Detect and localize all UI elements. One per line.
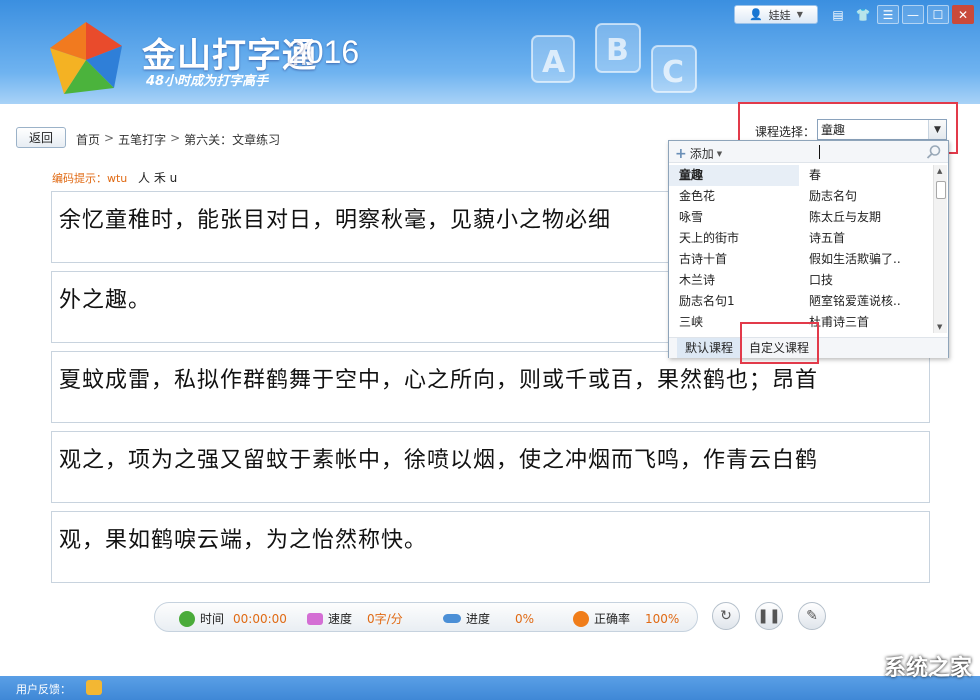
typing-line[interactable]: 观之，项为之强又留蚊于素帐中，徐喷以烟，使之冲烟而飞鸣，作青云白鹤	[51, 431, 930, 503]
tab-default-courses[interactable]: 默认课程	[677, 338, 741, 358]
scroll-down-icon[interactable]: ▼	[937, 323, 942, 331]
abc-blocks-icon: A BC	[526, 22, 706, 102]
course-item[interactable]: 诗五首	[799, 228, 933, 249]
line-text: 观，果如鹤唳云端，为之怡然称快。	[59, 522, 427, 554]
course-item[interactable]: 口技	[799, 270, 933, 291]
stat-accuracy-label: 正确率	[594, 610, 630, 627]
dropdown-toolbar: + 添加 ▼	[669, 141, 948, 163]
speed-icon	[307, 613, 323, 625]
code-hint-roots: 人 禾 u	[138, 169, 177, 186]
typing-line[interactable]: 观，果如鹤唳云端，为之怡然称快。	[51, 511, 930, 583]
breadcrumb-sep: >	[170, 131, 180, 148]
stat-speed: 速度 0字/分	[307, 610, 403, 627]
watermark: 系统之家	[884, 650, 972, 682]
chevron-down-icon[interactable]: ▼	[928, 120, 946, 139]
svg-text:B: B	[606, 33, 629, 68]
line-text: 观之，项为之强又留蚊于素帐中，徐喷以烟，使之冲烟而飞鸣，作青云白鹤	[59, 442, 818, 474]
title-bar-controls: 👤 娃娃 ▼ ▤ 👕 ☰ — ☐ ✕	[734, 5, 974, 24]
search-icon[interactable]	[926, 144, 942, 160]
pause-button[interactable]: ❚❚	[755, 602, 783, 630]
line-text: 外之趣。	[59, 282, 151, 314]
restart-icon: ↻	[720, 608, 732, 624]
course-list: 童趣 金色花 咏雪 天上的街市 古诗十首 木兰诗 励志名句1 三峡 春 励志名句…	[669, 165, 933, 331]
status-footer: 用户反馈： 系统之家	[0, 676, 980, 700]
pause-icon: ❚❚	[757, 608, 780, 624]
user-icon: 👤	[749, 8, 763, 21]
course-item[interactable]: 励志名句	[799, 186, 933, 207]
course-list-scrollbar[interactable]: ▲ ▼	[933, 165, 947, 333]
stats-bar: 时间 00:00:00 速度 0字/分 进度 0% 正确率 100%	[154, 602, 698, 632]
course-item[interactable]: 杜甫诗三首	[799, 312, 933, 333]
back-button[interactable]: 返回	[16, 127, 66, 148]
close-button[interactable]: ✕	[952, 5, 974, 24]
stat-time: 时间 00:00:00	[179, 610, 287, 627]
code-hint-label: 编码提示：wtu	[52, 170, 127, 186]
stat-progress-value: 0%	[515, 612, 534, 626]
course-item[interactable]: 天上的街市	[669, 228, 799, 249]
course-item[interactable]: 金色花	[669, 186, 799, 207]
app-logo-icon	[44, 18, 128, 102]
report-button[interactable]: ✎	[798, 602, 826, 630]
user-name: 娃娃	[769, 7, 791, 23]
add-course-button[interactable]: + 添加 ▼	[675, 145, 722, 162]
stat-accuracy-value: 100%	[645, 612, 679, 626]
course-item[interactable]: 励志名句1	[669, 291, 799, 312]
breadcrumb-home[interactable]: 首页	[76, 131, 100, 148]
breadcrumb-wubi[interactable]: 五笔打字	[118, 131, 166, 148]
svg-text:C: C	[662, 55, 684, 90]
stat-time-value: 00:00:00	[233, 612, 287, 626]
app-slogan: 48小时成为打字高手	[146, 70, 268, 89]
chevron-down-icon: ▼	[797, 10, 803, 19]
line-text: 夏蚊成雷，私拟作群鹤舞于空中，心之所向，则或千或百，果然鹤也；昂首	[59, 362, 818, 394]
restart-button[interactable]: ↻	[712, 602, 740, 630]
stat-time-label: 时间	[200, 610, 224, 627]
course-item[interactable]: 古诗十首	[669, 249, 799, 270]
report-icon: ✎	[806, 608, 818, 624]
course-item[interactable]: 童趣	[669, 165, 799, 186]
feedback-chat-icon[interactable]	[86, 680, 102, 695]
line-text: 余忆童稚时，能张目对日，明察秋毫，见藐小之物必细	[59, 202, 611, 234]
add-course-label: 添加	[690, 145, 714, 162]
clock-icon	[179, 611, 195, 627]
custom-course-highlight	[740, 322, 819, 364]
course-select-label: 课程选择：	[755, 123, 815, 140]
course-select-value: 童趣	[821, 121, 845, 138]
scroll-thumb[interactable]	[936, 181, 946, 199]
app-header: 金山打字通 2016 48小时成为打字高手 ABC 👤 娃娃 ▼ ▤ 👕 ☰ —…	[0, 0, 980, 104]
breadcrumb-sep: >	[104, 131, 114, 148]
stat-progress-label: 进度	[466, 610, 490, 627]
course-item[interactable]: 春	[799, 165, 933, 186]
accuracy-icon	[573, 611, 589, 627]
notes-icon[interactable]: ▤	[827, 5, 849, 24]
course-item[interactable]: 陈太丘与友期	[799, 207, 933, 228]
minimize-button[interactable]: —	[902, 5, 924, 24]
progress-icon	[443, 614, 461, 623]
scroll-up-icon[interactable]: ▲	[937, 167, 942, 175]
course-item[interactable]: 木兰诗	[669, 270, 799, 291]
course-item[interactable]: 陋室铭爱莲说核..	[799, 291, 933, 312]
stat-progress: 进度 0%	[443, 610, 534, 627]
plus-icon: +	[675, 146, 687, 162]
course-item[interactable]: 假如生活欺骗了..	[799, 249, 933, 270]
course-item[interactable]: 咏雪	[669, 207, 799, 228]
stat-accuracy: 正确率 100%	[573, 610, 679, 627]
svg-text:A: A	[542, 45, 566, 80]
user-menu-button[interactable]: 👤 娃娃 ▼	[734, 5, 818, 24]
maximize-button[interactable]: ☐	[927, 5, 949, 24]
course-select[interactable]: 童趣 ▼	[817, 119, 947, 140]
breadcrumb: 首页 > 五笔打字 > 第六关：文章练习	[76, 131, 280, 148]
breadcrumb-current: 第六关：文章练习	[184, 131, 280, 148]
feedback-label: 用户反馈：	[16, 681, 71, 697]
stat-speed-value: 0字/分	[367, 610, 403, 627]
stat-speed-label: 速度	[328, 610, 352, 627]
skin-icon[interactable]: 👕	[852, 5, 874, 24]
app-year: 2016	[288, 34, 359, 71]
text-caret	[819, 145, 820, 159]
menu-icon[interactable]: ☰	[877, 5, 899, 24]
chevron-down-icon: ▼	[717, 150, 722, 158]
